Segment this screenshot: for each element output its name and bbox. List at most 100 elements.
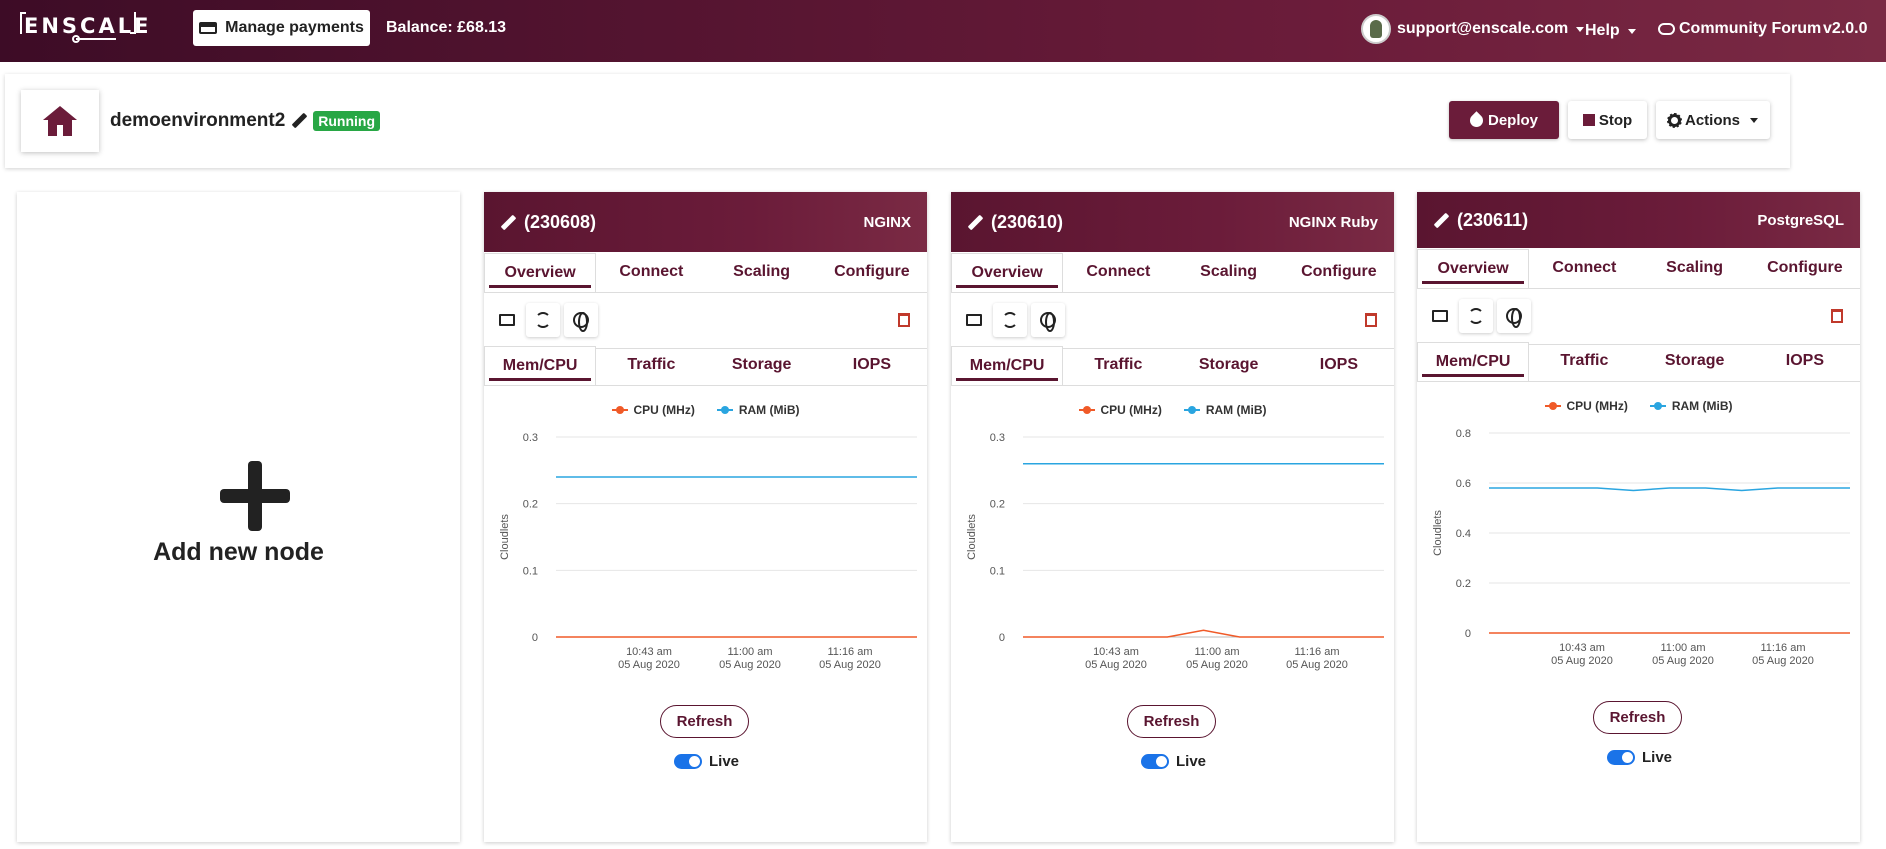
tab-overview[interactable]: Overview bbox=[484, 253, 597, 292]
restart-button[interactable] bbox=[993, 303, 1027, 337]
tab-scaling[interactable]: Scaling bbox=[1174, 253, 1284, 292]
edit-pencil-icon[interactable] bbox=[1433, 213, 1449, 229]
metric-tab-label: Storage bbox=[731, 356, 792, 373]
node-id[interactable]: (230608) bbox=[500, 212, 596, 233]
metric-tab-traffic[interactable]: Traffic bbox=[596, 346, 706, 385]
legend-label: CPU (MHz) bbox=[633, 403, 695, 417]
environment-header: demoenvironment2 Running Deploy Stop Act… bbox=[5, 74, 1790, 168]
tab-label: Configure bbox=[834, 263, 910, 280]
x-tick-label: 05 Aug 2020 bbox=[1652, 655, 1714, 667]
legend-label: CPU (MHz) bbox=[1100, 403, 1162, 417]
delete-node-button[interactable] bbox=[1354, 303, 1388, 337]
metric-tab-storage[interactable]: Storage bbox=[1174, 346, 1284, 385]
open-folder-button[interactable] bbox=[490, 303, 524, 337]
open-web-button[interactable] bbox=[564, 303, 598, 337]
metric-tab-traffic[interactable]: Traffic bbox=[1063, 346, 1173, 385]
tab-overview[interactable]: Overview bbox=[951, 253, 1064, 292]
node-id[interactable]: (230610) bbox=[967, 212, 1063, 233]
tab-label: Scaling bbox=[1200, 263, 1258, 280]
cpu-series-line[interactable] bbox=[1023, 629, 1384, 638]
delete-node-button[interactable] bbox=[887, 303, 921, 337]
live-toggle[interactable]: Live bbox=[1607, 749, 1672, 766]
edit-pencil-icon[interactable] bbox=[967, 215, 983, 231]
tab-label: Scaling bbox=[1666, 259, 1724, 276]
refresh-button[interactable]: Refresh bbox=[1127, 705, 1216, 738]
user-menu[interactable]: support@enscale.com bbox=[1361, 0, 1585, 58]
ram-series-line[interactable] bbox=[1489, 487, 1850, 492]
metric-tab-iops[interactable]: IOPS bbox=[1284, 346, 1394, 385]
tab-configure[interactable]: Configure bbox=[817, 253, 927, 292]
tab-label: Configure bbox=[1767, 259, 1843, 276]
refresh-button[interactable]: Refresh bbox=[660, 705, 749, 738]
legend-item-cpu[interactable]: CPU (MHz) bbox=[1078, 403, 1162, 417]
legend-item-ram[interactable]: RAM (MiB) bbox=[1649, 399, 1732, 413]
open-web-button[interactable] bbox=[1497, 299, 1531, 333]
tab-label: Connect bbox=[1086, 263, 1151, 280]
toggle-switch[interactable] bbox=[674, 754, 702, 769]
actions-dropdown[interactable]: Actions bbox=[1656, 101, 1770, 139]
home-button[interactable] bbox=[21, 90, 99, 152]
environment-name: demoenvironment2 bbox=[110, 110, 286, 131]
avatar-image bbox=[1370, 20, 1382, 38]
trash-icon bbox=[898, 313, 910, 327]
toggle-switch[interactable] bbox=[1141, 754, 1169, 769]
node-id-label: (230610) bbox=[991, 212, 1064, 232]
tab-configure[interactable]: Configure bbox=[1750, 249, 1860, 288]
open-web-button[interactable] bbox=[1031, 303, 1065, 337]
chevron-down-icon bbox=[1750, 117, 1758, 123]
refresh-icon bbox=[1002, 312, 1018, 328]
node-id[interactable]: (230611) bbox=[1433, 210, 1528, 231]
active-tab-underline bbox=[489, 378, 592, 381]
tab-label: Connect bbox=[619, 263, 684, 280]
tab-configure[interactable]: Configure bbox=[1284, 253, 1394, 292]
metric-tab-label: Mem/CPU bbox=[969, 357, 1045, 374]
chevron-down-icon bbox=[1576, 26, 1585, 32]
edit-pencil-icon[interactable] bbox=[500, 215, 516, 231]
help-menu[interactable]: Help bbox=[1585, 2, 1636, 60]
chevron-down-icon bbox=[1627, 28, 1636, 34]
manage-payments-button[interactable]: Manage payments bbox=[193, 10, 370, 46]
tab-connect[interactable]: Connect bbox=[596, 253, 706, 292]
deploy-button[interactable]: Deploy bbox=[1449, 101, 1559, 139]
metric-tab-iops[interactable]: IOPS bbox=[817, 346, 927, 385]
legend-marker bbox=[716, 406, 733, 414]
metric-tab-traffic[interactable]: Traffic bbox=[1529, 342, 1639, 381]
refresh-button[interactable]: Refresh bbox=[1593, 701, 1682, 734]
add-new-node-card[interactable]: Add new node bbox=[17, 192, 460, 842]
metric-tab-storage[interactable]: Storage bbox=[707, 346, 817, 385]
tab-scaling[interactable]: Scaling bbox=[707, 253, 817, 292]
tab-scaling[interactable]: Scaling bbox=[1640, 249, 1750, 288]
live-toggle[interactable]: Live bbox=[674, 753, 739, 770]
legend-marker bbox=[1649, 402, 1666, 410]
tab-connect[interactable]: Connect bbox=[1063, 253, 1173, 292]
y-tick-label: 0.2 bbox=[523, 499, 538, 511]
tab-connect[interactable]: Connect bbox=[1529, 249, 1639, 288]
legend-item-cpu[interactable]: CPU (MHz) bbox=[1544, 399, 1628, 413]
restart-button[interactable] bbox=[1459, 299, 1493, 333]
toggle-switch[interactable] bbox=[1607, 750, 1635, 765]
legend-item-cpu[interactable]: CPU (MHz) bbox=[611, 403, 695, 417]
open-folder-button[interactable] bbox=[1423, 299, 1457, 333]
enscale-logo[interactable]: ENSCALE bbox=[20, 8, 148, 46]
metric-tab-mem-cpu[interactable]: Mem/CPU bbox=[951, 346, 1064, 385]
chart-legend: CPU (MHz) RAM (MiB) bbox=[484, 403, 927, 417]
live-toggle[interactable]: Live bbox=[1141, 753, 1206, 770]
tab-overview[interactable]: Overview bbox=[1417, 249, 1530, 288]
x-tick-label: 05 Aug 2020 bbox=[618, 659, 680, 671]
metric-tab-storage[interactable]: Storage bbox=[1640, 342, 1750, 381]
legend-item-ram[interactable]: RAM (MiB) bbox=[716, 403, 799, 417]
active-tab-underline bbox=[489, 285, 592, 288]
stop-button[interactable]: Stop bbox=[1568, 101, 1647, 139]
metric-tab-iops[interactable]: IOPS bbox=[1750, 342, 1860, 381]
restart-button[interactable] bbox=[526, 303, 560, 337]
edit-pencil-icon[interactable] bbox=[291, 113, 307, 129]
legend-item-ram[interactable]: RAM (MiB) bbox=[1183, 403, 1266, 417]
open-folder-button[interactable] bbox=[957, 303, 991, 337]
home-icon bbox=[43, 106, 77, 136]
metric-tab-mem-cpu[interactable]: Mem/CPU bbox=[484, 346, 597, 385]
community-forum-link[interactable]: Community Forum bbox=[1658, 0, 1821, 58]
metric-tab-mem-cpu[interactable]: Mem/CPU bbox=[1417, 342, 1530, 381]
delete-node-button[interactable] bbox=[1820, 299, 1854, 333]
active-tab-underline bbox=[1422, 374, 1525, 377]
add-new-node-label: Add new node bbox=[153, 538, 324, 566]
